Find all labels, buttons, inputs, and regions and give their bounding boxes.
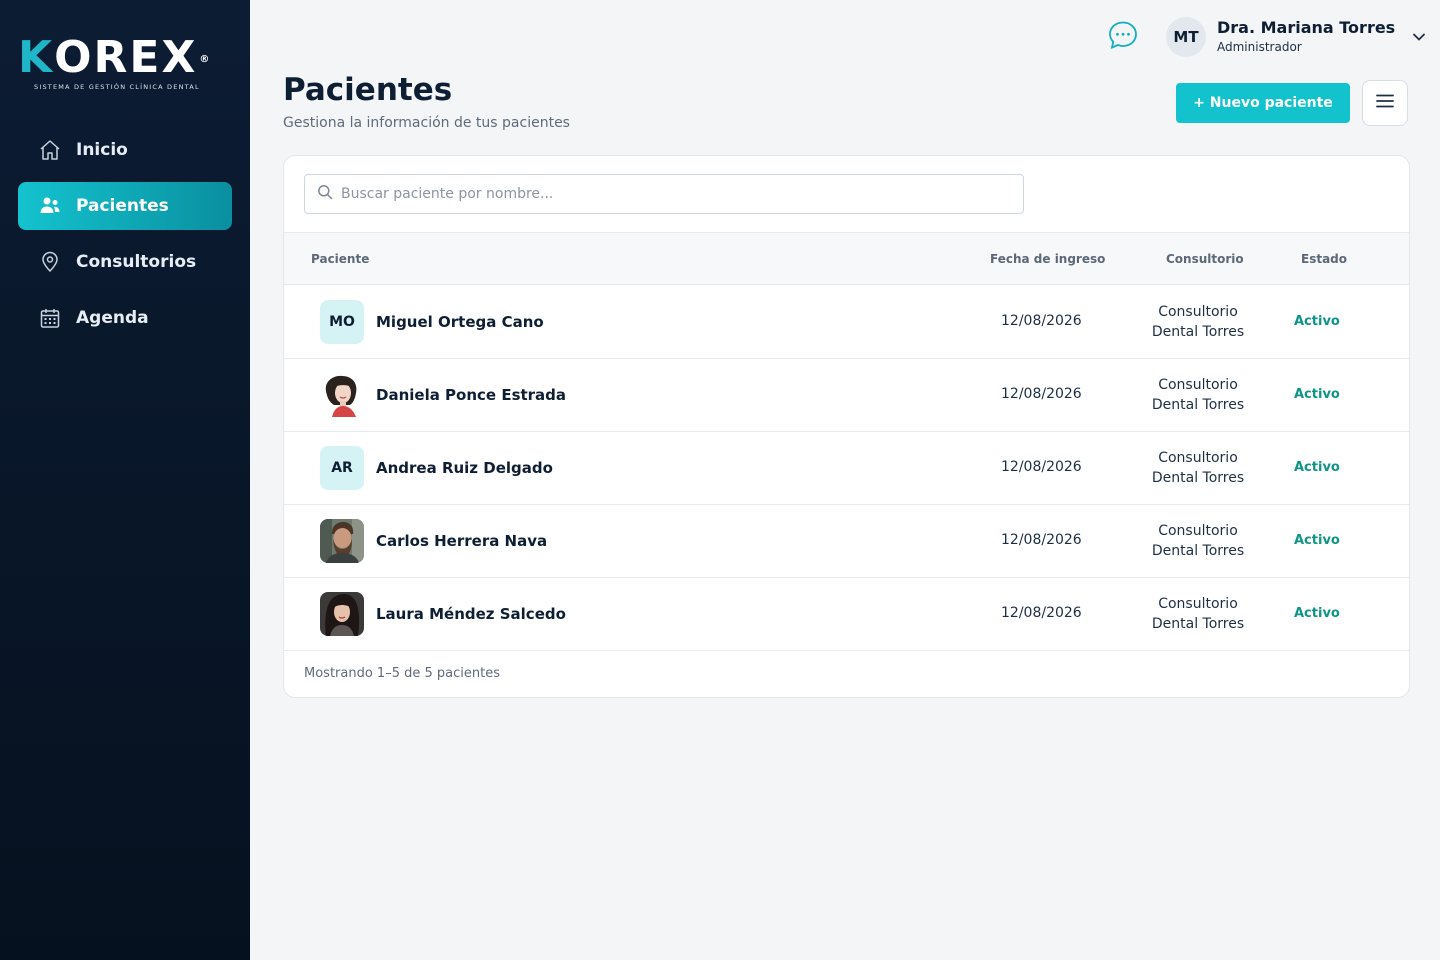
sidebar-item-pacientes[interactable]: Pacientes	[18, 182, 232, 230]
office-name: Consultorio Dental Torres	[1138, 521, 1258, 561]
office-line: Consultorio	[1158, 523, 1238, 539]
admission-date: 12/08/2026	[1001, 459, 1082, 475]
table-header: Paciente Fecha de ingreso Consultorio Es…	[284, 232, 1409, 285]
page-title: Pacientes	[283, 72, 453, 108]
table-row[interactable]: MO Miguel Ortega Cano 12/08/2026 Consult…	[284, 286, 1409, 359]
sidebar-item-label: Pacientes	[76, 196, 169, 216]
status-badge: Activo	[1294, 314, 1340, 329]
office-line: Consultorio	[1158, 450, 1238, 466]
patient-name[interactable]: Carlos Herrera Nava	[376, 532, 547, 550]
office-line: Dental Torres	[1151, 324, 1245, 340]
search-box[interactable]	[304, 174, 1024, 214]
map-pin-icon	[38, 250, 62, 274]
logo-tagline: SISTEMA DE GESTIÓN CLÍNICA DENTAL	[34, 83, 200, 91]
admission-date: 12/08/2026	[1001, 386, 1082, 402]
patient-avatar-photo	[320, 519, 364, 563]
logo-letter-k: K	[18, 32, 55, 83]
sidebar-nav: Inicio Pacientes Consultorios Agenda	[18, 126, 232, 350]
user-role: Administrador	[1217, 40, 1302, 54]
sidebar-item-inicio[interactable]: Inicio	[18, 126, 232, 174]
table-row[interactable]: Carlos Herrera Nava 12/08/2026 Consultor…	[284, 505, 1409, 578]
office-name: Consultorio Dental Torres	[1138, 375, 1258, 415]
column-header-office[interactable]: Consultorio	[1166, 252, 1244, 266]
patient-avatar: MO	[320, 300, 364, 344]
brand-logo[interactable]: K OREX ® SISTEMA DE GESTIÓN CLÍNICA DENTAL	[18, 36, 228, 92]
column-header-patient[interactable]: Paciente	[311, 252, 369, 266]
admission-date: 12/08/2026	[1001, 532, 1082, 548]
avatar: MT	[1166, 17, 1206, 57]
sidebar-item-label: Consultorios	[76, 252, 197, 272]
calendar-icon	[38, 306, 62, 330]
page-subtitle: Gestiona la información de tus pacientes	[283, 115, 570, 131]
users-icon	[38, 194, 62, 218]
admission-date: 12/08/2026	[1001, 313, 1082, 329]
home-icon	[38, 138, 62, 162]
office-line: Dental Torres	[1151, 397, 1245, 413]
status-badge: Activo	[1294, 533, 1340, 548]
office-line: Consultorio	[1158, 596, 1238, 612]
table-row[interactable]: Laura Méndez Salcedo 12/08/2026 Consulto…	[284, 578, 1409, 651]
patient-avatar-photo	[320, 373, 364, 417]
chevron-down-icon[interactable]	[1411, 29, 1427, 49]
patient-name[interactable]: Daniela Ponce Estrada	[376, 386, 566, 404]
patient-name[interactable]: Andrea Ruiz Delgado	[376, 459, 553, 477]
chat-button[interactable]	[1106, 20, 1140, 54]
sidebar-item-consultorios[interactable]: Consultorios	[18, 238, 232, 286]
status-badge: Activo	[1294, 460, 1340, 475]
menu-button[interactable]	[1362, 80, 1408, 126]
sidebar-item-agenda[interactable]: Agenda	[18, 294, 232, 342]
patient-avatar-photo	[320, 592, 364, 636]
logo-wordmark: K OREX ®	[18, 36, 228, 82]
registered-mark: ®	[199, 54, 212, 65]
sidebar-item-label: Inicio	[76, 140, 128, 160]
status-badge: Activo	[1294, 387, 1340, 402]
patient-name[interactable]: Laura Méndez Salcedo	[376, 605, 566, 623]
column-header-status[interactable]: Estado	[1301, 252, 1347, 266]
office-line: Consultorio	[1158, 304, 1238, 320]
search-icon	[317, 184, 333, 204]
office-name: Consultorio Dental Torres	[1138, 302, 1258, 342]
hamburger-menu-icon	[1375, 91, 1395, 115]
status-badge: Activo	[1294, 606, 1340, 621]
office-line: Dental Torres	[1151, 616, 1245, 632]
table-row[interactable]: AR Andrea Ruiz Delgado 12/08/2026 Consul…	[284, 432, 1409, 505]
office-name: Consultorio Dental Torres	[1138, 448, 1258, 488]
patients-card: Paciente Fecha de ingreso Consultorio Es…	[283, 155, 1410, 698]
office-line: Dental Torres	[1151, 543, 1245, 559]
user-name: Dra. Mariana Torres	[1217, 18, 1396, 37]
search-input[interactable]	[341, 186, 1023, 202]
new-patient-button[interactable]: + Nuevo paciente	[1176, 83, 1350, 123]
sidebar-item-label: Agenda	[76, 308, 149, 328]
office-line: Consultorio	[1158, 377, 1238, 393]
admission-date: 12/08/2026	[1001, 605, 1082, 621]
sidebar: K OREX ® SISTEMA DE GESTIÓN CLÍNICA DENTAL…	[0, 0, 250, 960]
pagination-summary: Mostrando 1–5 de 5 pacientes	[304, 666, 500, 681]
logo-letters: OREX	[54, 32, 198, 83]
column-header-date[interactable]: Fecha de ingreso	[990, 252, 1105, 266]
office-line: Dental Torres	[1151, 470, 1245, 486]
patient-name[interactable]: Miguel Ortega Cano	[376, 313, 544, 331]
chat-bubble-icon	[1107, 19, 1139, 55]
user-menu[interactable]: MT Dra. Mariana Torres Administrador	[1166, 16, 1427, 58]
user-info: Dra. Mariana Torres Administrador	[1217, 18, 1395, 56]
table-row[interactable]: Daniela Ponce Estrada 12/08/2026 Consult…	[284, 359, 1409, 432]
office-name: Consultorio Dental Torres	[1138, 594, 1258, 634]
patient-avatar: AR	[320, 446, 364, 490]
